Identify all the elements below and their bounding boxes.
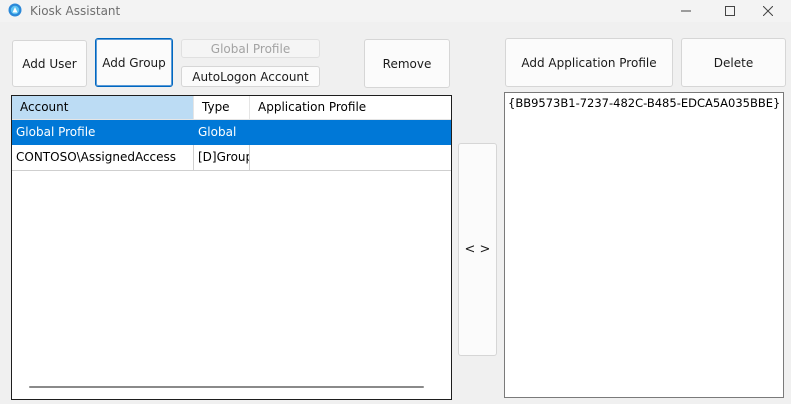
add-application-profile-button[interactable]: Add Application Profile	[505, 38, 673, 87]
column-header-type[interactable]: Type	[194, 96, 250, 119]
close-button[interactable]	[745, 0, 791, 22]
minimize-button[interactable]	[663, 0, 709, 22]
remove-button[interactable]: Remove	[364, 39, 450, 88]
autologon-account-button[interactable]: AutoLogon Account	[181, 66, 320, 87]
column-header-application-profile[interactable]: Application Profile	[250, 96, 451, 119]
add-group-button[interactable]: Add Group	[95, 38, 173, 87]
listview-header: Account Type Application Profile	[12, 96, 451, 120]
account-cell: Global Profile	[16, 125, 96, 139]
profile-cell	[250, 145, 451, 170]
close-icon	[763, 6, 773, 16]
add-user-button[interactable]: Add User	[12, 40, 87, 87]
list-item[interactable]: {BB9573B1-7237-482C-B485-EDCA5A035BBE}	[508, 96, 780, 110]
maximize-icon	[725, 6, 735, 16]
accounts-listview[interactable]: Account Type Application Profile Global …	[11, 95, 452, 400]
delete-button[interactable]: Delete	[681, 38, 786, 87]
type-cell: [D]Group	[194, 145, 250, 170]
type-cell: Global	[198, 125, 237, 139]
table-row[interactable]: CONTOSO\AssignedAccess [D]Group	[12, 145, 451, 171]
kiosk-app-icon	[8, 3, 22, 17]
minimize-icon	[681, 10, 691, 12]
window-title: Kiosk Assistant	[30, 4, 121, 18]
application-profiles-list[interactable]: {BB9573B1-7237-482C-B485-EDCA5A035BBE}	[504, 92, 784, 398]
column-header-account[interactable]: Account	[12, 96, 194, 119]
title-bar: Kiosk Assistant	[0, 0, 791, 22]
global-profile-button[interactable]: Global Profile	[181, 39, 320, 58]
assign-profile-button[interactable]: < >	[458, 143, 497, 356]
account-cell: CONTOSO\AssignedAccess	[12, 145, 194, 170]
table-row[interactable]: Global Profile Global	[12, 120, 451, 145]
horizontal-scrollbar[interactable]	[29, 386, 424, 388]
profile-cell	[250, 120, 451, 145]
